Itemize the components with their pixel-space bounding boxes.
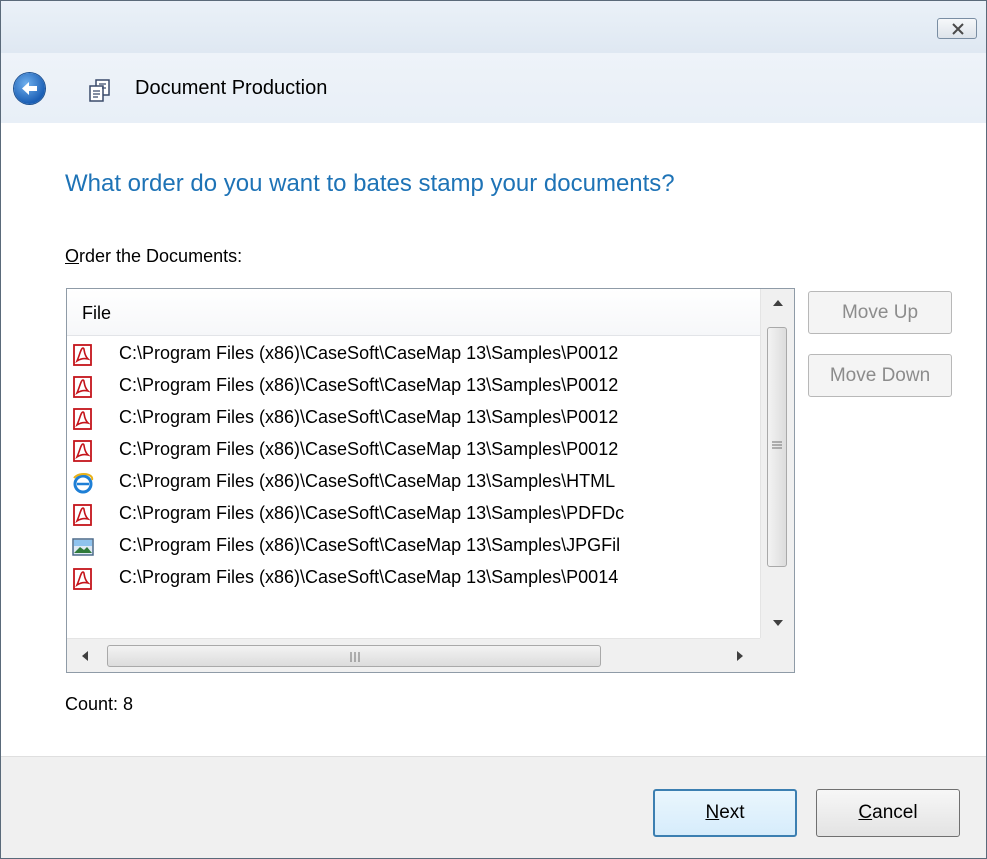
scroll-down-arrow-icon[interactable]	[772, 619, 784, 627]
pdf-icon	[73, 376, 92, 398]
grip-icon	[772, 441, 782, 449]
pdf-icon	[73, 440, 92, 462]
move-up-button[interactable]: Move Up	[808, 291, 952, 334]
document-count: Count: 8	[65, 694, 134, 714]
file-path: C:\Program Files (x86)\CaseSoft\CaseMap …	[119, 375, 619, 395]
list-item[interactable]: C:\Program Files (x86)\CaseSoft\CaseMap …	[67, 338, 760, 370]
pdf-icon	[73, 504, 92, 526]
scroll-up-arrow-icon[interactable]	[772, 299, 784, 307]
document-production-icon	[89, 79, 110, 102]
ie-html-icon	[73, 472, 94, 494]
next-label: ext	[719, 802, 745, 823]
wizard-title: Document Production	[135, 77, 328, 99]
scrollbar-corner	[760, 638, 794, 672]
file-column-header[interactable]: File	[67, 289, 760, 336]
move-down-button[interactable]: Move Down	[808, 354, 952, 397]
pdf-icon	[73, 344, 92, 366]
file-column-label: File	[82, 303, 112, 323]
back-button[interactable]	[14, 73, 45, 104]
list-item[interactable]: C:\Program Files (x86)\CaseSoft\CaseMap …	[67, 498, 760, 530]
vertical-scrollbar[interactable]	[760, 289, 794, 638]
title-bar	[1, 1, 986, 53]
scroll-left-arrow-icon[interactable]	[81, 650, 89, 662]
documents-list[interactable]: File C:\Program Files (x86)\CaseSoft\Cas…	[66, 288, 795, 673]
list-item[interactable]: C:\Program Files (x86)\CaseSoft\CaseMap …	[67, 466, 760, 498]
next-button[interactable]: Next	[653, 789, 797, 837]
list-item[interactable]: C:\Program Files (x86)\CaseSoft\CaseMap …	[67, 434, 760, 466]
close-button[interactable]	[937, 18, 977, 39]
file-path: C:\Program Files (x86)\CaseSoft\CaseMap …	[119, 535, 621, 555]
cancel-label: ancel	[872, 802, 918, 823]
vertical-scroll-thumb[interactable]	[767, 327, 787, 567]
list-item[interactable]: C:\Program Files (x86)\CaseSoft\CaseMap …	[67, 370, 760, 402]
wizard-window: Document Production What order do you wa…	[0, 0, 987, 859]
file-path: C:\Program Files (x86)\CaseSoft\CaseMap …	[119, 407, 619, 427]
cancel-button[interactable]: Cancel	[816, 789, 960, 837]
pdf-icon	[73, 568, 92, 590]
file-path: C:\Program Files (x86)\CaseSoft\CaseMap …	[119, 567, 619, 587]
list-item[interactable]: C:\Program Files (x86)\CaseSoft\CaseMap …	[67, 562, 760, 594]
file-path: C:\Program Files (x86)\CaseSoft\CaseMap …	[119, 503, 625, 523]
mnemonic-o: O	[65, 246, 80, 266]
image-icon	[72, 538, 94, 556]
file-path: C:\Program Files (x86)\CaseSoft\CaseMap …	[119, 471, 616, 491]
question-heading: What order do you want to bates stamp yo…	[65, 170, 675, 197]
list-item[interactable]: C:\Program Files (x86)\CaseSoft\CaseMap …	[67, 530, 760, 562]
scroll-right-arrow-icon[interactable]	[736, 650, 744, 662]
file-path: C:\Program Files (x86)\CaseSoft\CaseMap …	[119, 343, 619, 363]
list-item[interactable]: C:\Program Files (x86)\CaseSoft\CaseMap …	[67, 402, 760, 434]
order-documents-label: Order the Documents:	[65, 246, 242, 267]
horizontal-scroll-thumb[interactable]	[107, 645, 601, 667]
file-path: C:\Program Files (x86)\CaseSoft\CaseMap …	[119, 439, 619, 459]
mnemonic-n: N	[705, 802, 720, 823]
back-arrow-icon	[22, 82, 37, 95]
pdf-icon	[73, 408, 92, 430]
horizontal-scrollbar[interactable]	[67, 638, 760, 672]
grip-icon	[350, 652, 360, 662]
order-label-text: rder the Documents:	[79, 246, 243, 266]
mnemonic-c: C	[858, 802, 873, 823]
close-icon	[952, 23, 964, 35]
